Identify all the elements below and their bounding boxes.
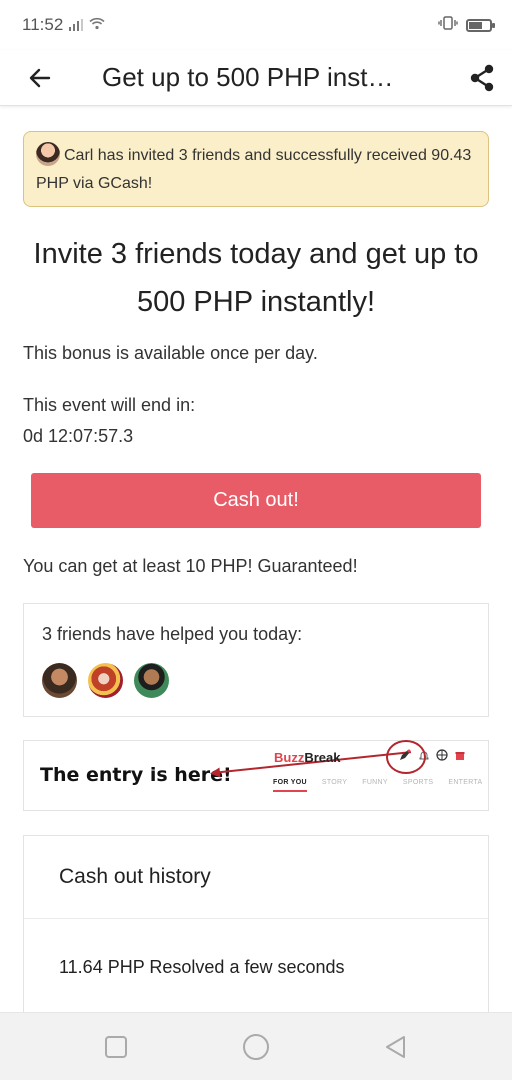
wifi-icon bbox=[89, 15, 105, 35]
status-left: 11:52 bbox=[22, 15, 105, 35]
tab-entertainment[interactable]: ENTERTA bbox=[448, 779, 482, 792]
back-nav-button[interactable] bbox=[382, 1033, 410, 1061]
friend-avatars bbox=[42, 663, 470, 698]
buzzbreak-tabs: FOR YOU STORY FUNNY SPORTS ENTERTA bbox=[273, 779, 482, 792]
entry-hint-text: The entry is here! bbox=[40, 764, 232, 786]
square-icon bbox=[105, 1036, 127, 1058]
friend-avatar[interactable] bbox=[42, 663, 77, 698]
buzzbreak-logo: BuzzBreak bbox=[274, 750, 340, 765]
status-right bbox=[438, 15, 495, 35]
circle-icon bbox=[243, 1034, 269, 1060]
history-title: Cash out history bbox=[59, 865, 211, 888]
recents-button[interactable] bbox=[102, 1033, 130, 1061]
friends-title: 3 friends have helped you today: bbox=[42, 624, 303, 644]
signal-icon bbox=[69, 19, 84, 31]
logo-break: Break bbox=[304, 750, 341, 765]
friend-avatar[interactable] bbox=[88, 663, 123, 698]
battery-icon bbox=[466, 18, 495, 32]
invite-notice-banner: Carl has invited 3 friends and successfu… bbox=[23, 131, 489, 207]
back-button[interactable] bbox=[0, 50, 80, 106]
annotation-arrow-head bbox=[209, 767, 221, 779]
page-title: Get up to 500 PHP inst… bbox=[102, 62, 394, 92]
logo-buzz: Buzz bbox=[274, 750, 305, 765]
banner-text: Carl has invited 3 friends and successfu… bbox=[36, 147, 472, 192]
friends-helped-card: 3 friends have helped you today: bbox=[23, 603, 489, 717]
tab-sports[interactable]: SPORTS bbox=[403, 779, 433, 792]
share-icon bbox=[470, 64, 494, 91]
triangle-back-icon bbox=[386, 1036, 405, 1058]
annotation-circle bbox=[386, 740, 426, 774]
headline: Invite 3 friends today and get up to 500… bbox=[33, 238, 479, 318]
tab-story[interactable]: STORY bbox=[322, 779, 347, 792]
bonus-note: This bonus is available once per day. bbox=[23, 343, 318, 363]
friend-avatar[interactable] bbox=[134, 663, 169, 698]
entry-hint-card: The entry is here! BuzzBreak FOR YOU STO… bbox=[23, 740, 489, 811]
tab-funny[interactable]: FUNNY bbox=[362, 779, 388, 792]
home-button[interactable] bbox=[242, 1033, 270, 1061]
history-item: 11.64 PHP Resolved a few seconds bbox=[59, 957, 345, 977]
status-bar: 11:52 bbox=[0, 0, 512, 50]
tab-for-you[interactable]: FOR YOU bbox=[273, 779, 307, 792]
system-nav-bar bbox=[0, 1012, 512, 1080]
status-time: 11:52 bbox=[22, 15, 64, 34]
divider bbox=[24, 918, 488, 919]
countdown-timer: 0d 12:07:57.3 bbox=[23, 426, 134, 446]
gift-icon[interactable] bbox=[454, 749, 466, 764]
share-button[interactable] bbox=[452, 50, 512, 106]
vibrate-icon bbox=[438, 15, 458, 35]
guarantee-text: You can get at least 10 PHP! Guaranteed! bbox=[23, 556, 358, 576]
cash-out-history-card: Cash out history 11.64 PHP Resolved a fe… bbox=[23, 835, 489, 1020]
app-bar: Get up to 500 PHP inst… bbox=[0, 50, 512, 106]
globe-icon[interactable] bbox=[436, 749, 448, 764]
back-arrow-icon bbox=[29, 68, 51, 87]
cash-out-button[interactable]: Cash out! bbox=[31, 473, 481, 528]
avatar bbox=[36, 142, 60, 166]
event-label: This event will end in: bbox=[23, 395, 196, 415]
